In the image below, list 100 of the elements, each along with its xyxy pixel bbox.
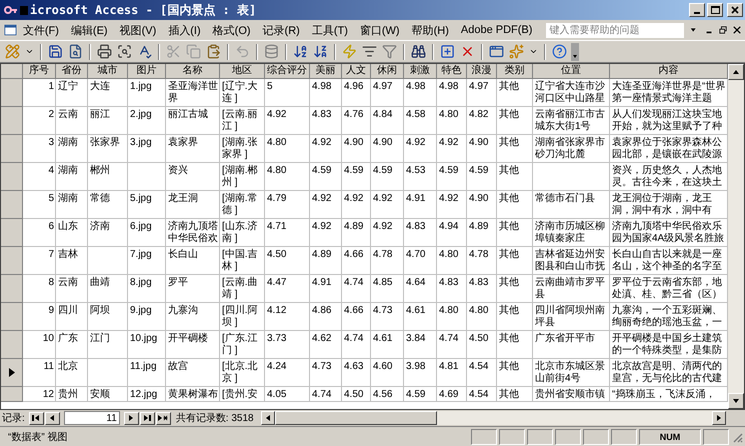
table-cell: 4.50 (467, 331, 497, 359)
table-cell: 曲靖 (88, 275, 128, 303)
status-panel (555, 428, 581, 444)
menu-item[interactable]: 窗口(W) (354, 21, 406, 39)
column-header[interactable]: 城市 (88, 64, 128, 79)
column-header[interactable]: 内容 (610, 64, 728, 79)
table-cell: 4.84 (371, 107, 404, 135)
record-count: 共有记录数: 3518 (176, 412, 254, 425)
scrollbar-thumb[interactable] (274, 411, 437, 425)
maximize-button[interactable] (707, 3, 723, 17)
close-button[interactable] (727, 3, 743, 17)
resize-grip-icon[interactable] (731, 430, 743, 442)
new-record-icon (440, 44, 455, 59)
table-cell: 4.59 (437, 163, 467, 191)
row-selector[interactable] (1, 359, 23, 387)
horizontal-scrollbar[interactable] (260, 411, 726, 425)
toolbar-options-icon[interactable] (571, 42, 579, 60)
new-record-button[interactable] (156, 412, 171, 424)
table-cell: 5.jpg (128, 191, 166, 219)
first-record-button[interactable] (28, 412, 44, 424)
column-header[interactable]: 位置 (533, 64, 610, 79)
print-preview-button[interactable] (116, 42, 133, 60)
save-button[interactable] (47, 42, 64, 60)
empty-cell (128, 163, 166, 191)
scroll-right-button[interactable] (712, 411, 726, 425)
table-cell: 4.94 (437, 219, 467, 247)
table-cell: 4.50 (265, 247, 310, 275)
table-cell: 4.71 (265, 219, 310, 247)
table-cell: 4.80 (467, 303, 497, 331)
last-icon (143, 414, 152, 422)
table-cell: 4.59 (342, 163, 371, 191)
table-cell: 4.92 (310, 191, 342, 219)
undo-icon (235, 44, 250, 59)
table-cell: 吉林 (56, 247, 88, 275)
column-header[interactable]: 人文 (342, 64, 371, 79)
help-button[interactable] (551, 42, 568, 60)
column-header[interactable]: 省份 (56, 64, 88, 79)
scroll-left-button[interactable] (260, 411, 275, 425)
table-cell: 4.98 (437, 79, 467, 107)
column-header[interactable]: 地区 (220, 64, 265, 79)
column-header[interactable]: 美丽 (310, 64, 342, 79)
table-cell: 袁家界 (166, 135, 220, 163)
scroll-down-button[interactable] (728, 393, 744, 409)
table-cell: 四川 (56, 303, 88, 331)
record-number-field[interactable]: 11 (64, 411, 120, 425)
table-cell: 开平碉楼 (166, 331, 220, 359)
table-cell: 4.74 (310, 387, 342, 402)
next-record-button[interactable] (124, 412, 139, 424)
table-cell: 4.80 (265, 135, 310, 163)
column-header[interactable]: 浪漫 (467, 64, 497, 79)
print-button[interactable] (96, 42, 113, 60)
paste-button[interactable] (205, 42, 222, 60)
find-button[interactable] (410, 42, 427, 60)
menu-item[interactable]: 记录(R) (256, 21, 306, 39)
table-icon[interactable] (4, 23, 17, 37)
minimize-button[interactable] (689, 3, 705, 17)
vertical-scrollbar[interactable] (728, 64, 744, 409)
column-header[interactable]: 序号 (23, 64, 56, 79)
menu-item[interactable]: 文件(F) (16, 21, 65, 39)
table-cell: 4.98 (310, 79, 342, 107)
menu-item[interactable]: 工具(T) (306, 21, 354, 39)
last-record-button[interactable] (140, 412, 155, 424)
menu-item[interactable]: 帮助(H) (406, 21, 455, 39)
column-header[interactable]: 名称 (166, 64, 220, 79)
menu-item[interactable]: 插入(I) (162, 21, 207, 39)
table-cell: [山东.济南 ] (220, 219, 265, 247)
database-button[interactable] (263, 42, 280, 60)
previous-record-button[interactable] (44, 412, 60, 424)
table-cell: 7.jpg (128, 247, 166, 275)
table-cell: 济南 (88, 219, 128, 247)
menu-item[interactable]: Adobe PDF(B) (454, 21, 538, 39)
table-cell: 故宫 (166, 359, 220, 387)
help-search-field[interactable]: 键入需要帮助的问题 (546, 22, 684, 38)
caret-icon[interactable] (690, 26, 697, 34)
column-header[interactable]: 图片 (128, 64, 166, 79)
menu-item[interactable]: 编辑(E) (64, 21, 114, 39)
table-cell: 大连 (88, 79, 128, 107)
database-icon (264, 44, 279, 59)
table-cell: 江门 (88, 331, 128, 359)
table-cell: 4.73 (310, 359, 342, 387)
table-cell: [湖南.张家界 ] (220, 135, 265, 163)
table-cell: 云南 (56, 107, 88, 135)
column-header[interactable]: 刺激 (404, 64, 437, 79)
column-header[interactable]: 特色 (437, 64, 467, 79)
table-cell: 4.92 (371, 191, 404, 219)
menu-item[interactable]: 视图(V) (114, 21, 162, 39)
table-cell: 长白山 (166, 247, 220, 275)
table-cell: 4.74 (342, 275, 371, 303)
column-header[interactable]: 类别 (497, 64, 533, 79)
close-icon[interactable] (732, 25, 741, 35)
menu-item[interactable]: 格式(O) (206, 21, 257, 39)
scroll-up-button[interactable] (728, 64, 744, 80)
column-header[interactable]: 休闲 (371, 64, 404, 79)
restore-icon[interactable] (718, 25, 727, 35)
table-cell: 4.74 (342, 331, 371, 359)
table-cell: 4.66 (342, 303, 371, 331)
column-header[interactable]: 综合评分 (265, 64, 310, 79)
table-cell: 3 (23, 135, 56, 163)
file-search-button[interactable] (67, 42, 84, 60)
table-cell: 4.70 (404, 247, 437, 275)
